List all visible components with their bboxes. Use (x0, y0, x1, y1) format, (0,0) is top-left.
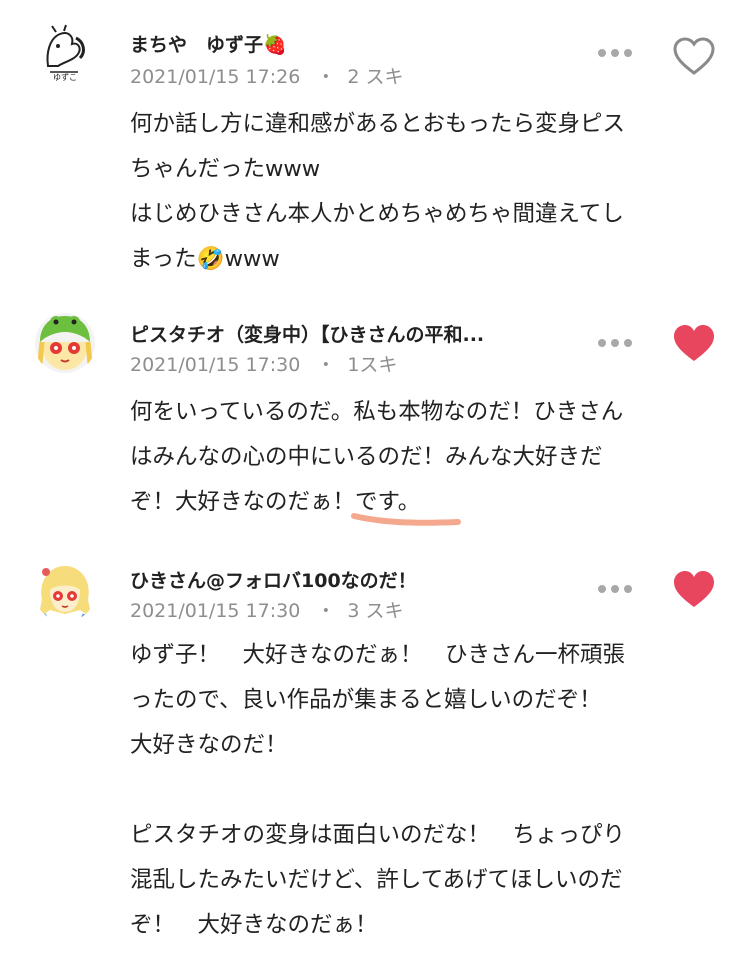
handwritten-underline (351, 513, 461, 526)
like-count[interactable]: 3 スキ (347, 600, 403, 622)
like-count[interactable]: 1スキ (347, 354, 397, 376)
comment-date: 2021/01/15 17:30 (130, 600, 301, 622)
more-options-icon[interactable] (598, 48, 632, 58)
avatar[interactable] (34, 560, 96, 622)
comment-date: 2021/01/15 17:30 (130, 354, 301, 376)
comment-meta: 2021/01/15 17:30 ・ 1スキ (130, 354, 398, 376)
avatar[interactable] (34, 312, 96, 374)
comment-body: 何か話し方に違和感があるとおもったら変身ピス ちゃんだったwww はじめひきさん… (130, 111, 626, 272)
avatar[interactable]: ゆずこ (34, 22, 96, 84)
more-options-icon[interactable] (598, 338, 632, 348)
like-count[interactable]: 2 スキ (347, 66, 403, 88)
comment-body: ゆず子！ 大好きなのだぁ！ ひきさん一杯頑張 ったので、良い作品が集まると嬉しい… (130, 642, 626, 938)
comment-author[interactable]: まちや ゆず子🍓 (130, 30, 287, 57)
comment-author[interactable]: ピスタチオ（変身中）【ひきさんの平和... (130, 320, 484, 347)
svg-text:ゆずこ: ゆずこ (53, 72, 77, 82)
heart-outline-icon[interactable] (672, 36, 716, 76)
comment-author[interactable]: ひきさん@フォロバ100なのだ！ (130, 566, 417, 593)
heart-filled-icon[interactable] (672, 569, 716, 609)
heart-filled-icon[interactable] (672, 323, 716, 363)
more-options-icon[interactable] (598, 584, 632, 594)
comment-meta: 2021/01/15 17:30 ・ 3 スキ (130, 600, 404, 622)
comment-date: 2021/01/15 17:26 (130, 66, 301, 88)
comment-meta: 2021/01/15 17:26 ・ 2 スキ (130, 66, 404, 88)
comment-body: 何をいっているのだ。私も本物なのだ！ひきさん はみんなの心の中にいるのだ！みんな… (130, 399, 624, 515)
